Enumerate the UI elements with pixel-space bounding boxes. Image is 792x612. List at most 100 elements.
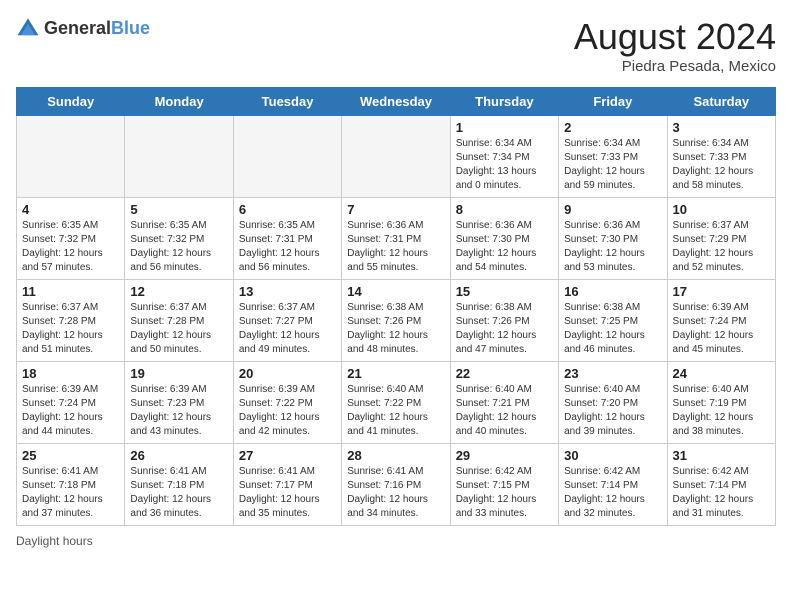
calendar-day-cell: 27 Sunrise: 6:41 AMSunset: 7:17 PMDayligh… xyxy=(233,444,341,526)
day-info: Sunrise: 6:37 AMSunset: 7:29 PMDaylight:… xyxy=(673,219,770,275)
day-info: Sunrise: 6:40 AMSunset: 7:22 PMDaylight:… xyxy=(347,383,444,439)
calendar-day-cell: 15 Sunrise: 6:38 AMSunset: 7:26 PMDayligh… xyxy=(450,280,558,362)
day-number: 6 xyxy=(239,202,336,217)
day-number: 19 xyxy=(130,366,227,381)
day-info: Sunrise: 6:42 AMSunset: 7:14 PMDaylight:… xyxy=(673,465,770,521)
day-number: 7 xyxy=(347,202,444,217)
day-info: Sunrise: 6:41 AMSunset: 7:18 PMDaylight:… xyxy=(22,465,119,521)
calendar-day-cell: 23 Sunrise: 6:40 AMSunset: 7:20 PMDayligh… xyxy=(559,362,667,444)
calendar-day-cell: 30Sunrise: 6:42 AMSunset: 7:14 PMDayligh… xyxy=(559,444,667,526)
calendar-day-cell: 29Sunrise: 6:42 AMSunset: 7:15 PMDayligh… xyxy=(450,444,558,526)
calendar-table: SundayMondayTuesdayWednesdayThursdayFrid… xyxy=(16,87,776,526)
calendar-day-cell: 17 Sunrise: 6:39 AMSunset: 7:24 PMDayligh… xyxy=(667,280,775,362)
day-number: 4 xyxy=(22,202,119,217)
logo-text-general: General xyxy=(44,18,111,38)
day-info: Sunrise: 6:41 AMSunset: 7:18 PMDaylight:… xyxy=(130,465,227,521)
day-of-week-header: Saturday xyxy=(667,88,775,116)
day-number: 11 xyxy=(22,284,119,299)
calendar-day-cell: 12Sunrise: 6:37 AMSunset: 7:28 PMDayligh… xyxy=(125,280,233,362)
day-info: Sunrise: 6:36 AMSunset: 7:31 PMDaylight:… xyxy=(347,219,444,275)
day-info: Sunrise: 6:40 AMSunset: 7:19 PMDaylight:… xyxy=(673,383,770,439)
calendar-day-cell: 9Sunrise: 6:36 AMSunset: 7:30 PMDaylight… xyxy=(559,198,667,280)
day-info: Sunrise: 6:39 AMSunset: 7:23 PMDaylight:… xyxy=(130,383,227,439)
calendar-day-cell: 24 Sunrise: 6:40 AMSunset: 7:19 PMDayligh… xyxy=(667,362,775,444)
day-number: 25 xyxy=(22,448,119,463)
calendar-day-cell: 2 Sunrise: 6:34 AMSunset: 7:33 PMDaylight… xyxy=(559,116,667,198)
logo-text-blue: Blue xyxy=(111,18,150,38)
day-info: Sunrise: 6:35 AMSunset: 7:32 PMDaylight:… xyxy=(130,219,227,275)
day-info: Sunrise: 6:38 AMSunset: 7:25 PMDaylight:… xyxy=(564,301,661,357)
day-info: Sunrise: 6:35 AMSunset: 7:31 PMDaylight:… xyxy=(239,219,336,275)
day-number: 15 xyxy=(456,284,553,299)
day-number: 31 xyxy=(673,448,770,463)
day-of-week-header: Thursday xyxy=(450,88,558,116)
day-number: 12 xyxy=(130,284,227,299)
calendar-day-cell: 1 Sunrise: 6:34 AMSunset: 7:34 PMDaylight… xyxy=(450,116,558,198)
day-info: Sunrise: 6:38 AMSunset: 7:26 PMDaylight:… xyxy=(347,301,444,357)
day-info: Sunrise: 6:38 AMSunset: 7:26 PMDaylight:… xyxy=(456,301,553,357)
day-number: 8 xyxy=(456,202,553,217)
day-number: 28 xyxy=(347,448,444,463)
day-info: Sunrise: 6:42 AMSunset: 7:14 PMDaylight:… xyxy=(564,465,661,521)
month-year-title: August 2024 xyxy=(574,16,776,58)
day-number: 27 xyxy=(239,448,336,463)
calendar-day-cell xyxy=(17,116,125,198)
day-info: Sunrise: 6:34 AMSunset: 7:34 PMDaylight:… xyxy=(456,137,553,193)
calendar-footer: Daylight hours xyxy=(16,534,776,548)
calendar-day-cell: 21 Sunrise: 6:40 AMSunset: 7:22 PMDayligh… xyxy=(342,362,450,444)
calendar-day-cell: 19 Sunrise: 6:39 AMSunset: 7:23 PMDayligh… xyxy=(125,362,233,444)
day-number: 14 xyxy=(347,284,444,299)
logo: GeneralBlue xyxy=(16,16,150,40)
day-info: Sunrise: 6:40 AMSunset: 7:21 PMDaylight:… xyxy=(456,383,553,439)
day-info: Sunrise: 6:39 AMSunset: 7:24 PMDaylight:… xyxy=(22,383,119,439)
day-number: 20 xyxy=(239,366,336,381)
calendar-day-cell: 22Sunrise: 6:40 AMSunset: 7:21 PMDayligh… xyxy=(450,362,558,444)
day-of-week-header: Monday xyxy=(125,88,233,116)
calendar-day-cell: 11 Sunrise: 6:37 AMSunset: 7:28 PMDayligh… xyxy=(17,280,125,362)
calendar-day-cell: 18 Sunrise: 6:39 AMSunset: 7:24 PMDayligh… xyxy=(17,362,125,444)
calendar-week-row: 4 Sunrise: 6:35 AMSunset: 7:32 PMDaylight… xyxy=(17,198,776,280)
day-number: 16 xyxy=(564,284,661,299)
day-of-week-header: Friday xyxy=(559,88,667,116)
calendar-day-cell: 6 Sunrise: 6:35 AMSunset: 7:31 PMDaylight… xyxy=(233,198,341,280)
day-number: 23 xyxy=(564,366,661,381)
calendar-day-cell: 31 Sunrise: 6:42 AMSunset: 7:14 PMDayligh… xyxy=(667,444,775,526)
calendar-week-row: 25 Sunrise: 6:41 AMSunset: 7:18 PMDayligh… xyxy=(17,444,776,526)
day-number: 13 xyxy=(239,284,336,299)
day-number: 17 xyxy=(673,284,770,299)
calendar-day-cell: 8Sunrise: 6:36 AMSunset: 7:30 PMDaylight… xyxy=(450,198,558,280)
day-info: Sunrise: 6:34 AMSunset: 7:33 PMDaylight:… xyxy=(564,137,661,193)
day-number: 5 xyxy=(130,202,227,217)
calendar-day-cell: 5 Sunrise: 6:35 AMSunset: 7:32 PMDaylight… xyxy=(125,198,233,280)
calendar-week-row: 11 Sunrise: 6:37 AMSunset: 7:28 PMDayligh… xyxy=(17,280,776,362)
day-number: 1 xyxy=(456,120,553,135)
calendar-day-cell xyxy=(233,116,341,198)
day-number: 21 xyxy=(347,366,444,381)
page-header: GeneralBlue August 2024 Piedra Pesada, M… xyxy=(16,16,776,75)
day-number: 2 xyxy=(564,120,661,135)
day-number: 26 xyxy=(130,448,227,463)
day-info: Sunrise: 6:39 AMSunset: 7:24 PMDaylight:… xyxy=(673,301,770,357)
calendar-day-cell: 10Sunrise: 6:37 AMSunset: 7:29 PMDayligh… xyxy=(667,198,775,280)
day-number: 29 xyxy=(456,448,553,463)
calendar-day-cell: 3Sunrise: 6:34 AMSunset: 7:33 PMDaylight… xyxy=(667,116,775,198)
day-info: Sunrise: 6:35 AMSunset: 7:32 PMDaylight:… xyxy=(22,219,119,275)
calendar-day-cell: 14 Sunrise: 6:38 AMSunset: 7:26 PMDayligh… xyxy=(342,280,450,362)
calendar-day-cell xyxy=(125,116,233,198)
day-info: Sunrise: 6:40 AMSunset: 7:20 PMDaylight:… xyxy=(564,383,661,439)
day-info: Sunrise: 6:34 AMSunset: 7:33 PMDaylight:… xyxy=(673,137,770,193)
day-info: Sunrise: 6:41 AMSunset: 7:17 PMDaylight:… xyxy=(239,465,336,521)
day-number: 18 xyxy=(22,366,119,381)
day-number: 24 xyxy=(673,366,770,381)
calendar-day-cell: 25 Sunrise: 6:41 AMSunset: 7:18 PMDayligh… xyxy=(17,444,125,526)
calendar-day-cell: 13Sunrise: 6:37 AMSunset: 7:27 PMDayligh… xyxy=(233,280,341,362)
calendar-day-cell: 4 Sunrise: 6:35 AMSunset: 7:32 PMDaylight… xyxy=(17,198,125,280)
calendar-header-row: SundayMondayTuesdayWednesdayThursdayFrid… xyxy=(17,88,776,116)
calendar-day-cell: 16 Sunrise: 6:38 AMSunset: 7:25 PMDayligh… xyxy=(559,280,667,362)
title-block: August 2024 Piedra Pesada, Mexico xyxy=(574,16,776,75)
location-subtitle: Piedra Pesada, Mexico xyxy=(574,58,776,75)
day-info: Sunrise: 6:37 AMSunset: 7:28 PMDaylight:… xyxy=(22,301,119,357)
calendar-day-cell: 20 Sunrise: 6:39 AMSunset: 7:22 PMDayligh… xyxy=(233,362,341,444)
day-of-week-header: Tuesday xyxy=(233,88,341,116)
day-info: Sunrise: 6:39 AMSunset: 7:22 PMDaylight:… xyxy=(239,383,336,439)
